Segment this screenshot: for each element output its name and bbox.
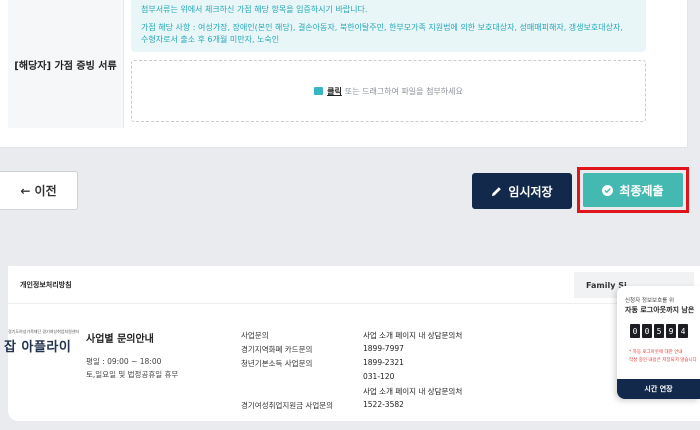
upload-folder-icon [314, 87, 324, 95]
business-inquiry-title: 사업별 문의안내 [86, 334, 154, 345]
file-dropzone[interactable]: 클릭 또는 드래그하여 파일을 첨부하세요 [131, 60, 646, 122]
contact-value-6: 1522-3582 [363, 400, 404, 409]
job-apply-logo: 잡 아플라이 [4, 340, 72, 355]
prev-button[interactable]: ← 이전 [0, 171, 78, 210]
notice-box: 첨부서류는 위에서 체크하신 가점 해당 항목을 입증하시기 바랍니다. 가점 … [131, 0, 646, 52]
submit-highlight-frame: 최종제출 [577, 167, 689, 213]
evidence-label-cell: [해당자] 가점 증빙 서류 [8, 0, 124, 128]
footer-top-bar: 개인정보처리방침 Family Si [8, 266, 700, 304]
upload-instruction: 또는 드래그하여 파일을 첨부하세요 [344, 86, 463, 96]
session-notice-line-2: 자동 로그아웃까지 남은 [625, 306, 695, 314]
evidence-label: [해당자] 가점 증빙 서류 [14, 60, 117, 72]
privacy-policy-link[interactable]: 개인정보처리방침 [20, 280, 72, 290]
notice-line-3: 수형자로서 출소 후 6개월 미만자, 노숙인 [141, 35, 280, 44]
contact-label-2: 경기지역화폐 카드문의 [241, 345, 313, 354]
evidence-document-panel: [해당자] 가점 증빙 서류 첨부서류는 위에서 체크하신 가점 해당 항목을 … [0, 0, 688, 148]
hours-holiday: 토,일요일 및 법정공휴일 휴무 [86, 370, 179, 379]
contact-label-3: 청년기본소득 사업문의 [241, 359, 313, 368]
contact-label-1: 사업문의 [241, 331, 269, 340]
countdown-digit: 9 [666, 324, 676, 338]
session-warning-2: 작성 중인 내용은 저장되지 않습니다 [629, 358, 697, 363]
session-warning-1: * 자동 로그아웃에 대한 안내 [629, 350, 683, 355]
temp-save-button[interactable]: 임시저장 [472, 173, 572, 209]
notice-line-2: 가점 해당 사항 : 여성가장, 장애인(본인 해당), 결손아동자, 북한이탈… [141, 23, 623, 32]
countdown-digit: 0 [642, 324, 652, 338]
final-submit-button[interactable]: 최종제출 [583, 173, 683, 207]
extend-time-label: 시간 연장 [644, 385, 673, 393]
session-notice-line-1: 신청자 정보보호를 위 [625, 298, 675, 304]
extend-time-button[interactable]: 시간 연장 [617, 379, 700, 399]
contact-value-2: 1899-7997 [363, 344, 404, 353]
countdown-digit: 5 [654, 324, 664, 338]
upload-click-link[interactable]: 클릭 [327, 86, 342, 97]
final-submit-label: 최종제출 [619, 183, 664, 198]
pencil-icon [492, 186, 502, 196]
countdown-digit: 4 [678, 324, 688, 338]
logo-org-text: 경기도여성가족재단 경기여성취업지원센터 [8, 329, 80, 334]
contact-value-3: 1899-2321 [363, 358, 404, 367]
prev-button-label: ← 이전 [20, 184, 57, 198]
contact-label-6: 경기여성취업지원금 사업문의 [241, 401, 334, 410]
contact-value-4: 031-120 [363, 372, 395, 381]
countdown-digits: 0 0 5 9 4 [630, 324, 688, 338]
notice-line-1: 첨부서류는 위에서 체크하신 가점 해당 항목을 입증하시기 바랍니다. [141, 5, 368, 14]
site-footer: 개인정보처리방침 Family Si 경기도여성가족재단 경기여성취업지원센터 … [4, 266, 700, 421]
hours-weekday: 평일 : 09:00 ~ 18:00 [86, 357, 162, 366]
session-timer-popup: 신청자 정보보호를 위 자동 로그아웃까지 남은 0 0 5 9 4 * 자동 … [617, 286, 700, 399]
contact-value-5: 사업 소개 페이지 내 상담문의처 [363, 387, 463, 396]
contact-value-1: 사업 소개 페이지 내 상담문의처 [363, 331, 463, 340]
temp-save-label: 임시저장 [508, 184, 553, 199]
countdown-digit: 0 [630, 324, 640, 338]
check-circle-icon [602, 184, 614, 196]
